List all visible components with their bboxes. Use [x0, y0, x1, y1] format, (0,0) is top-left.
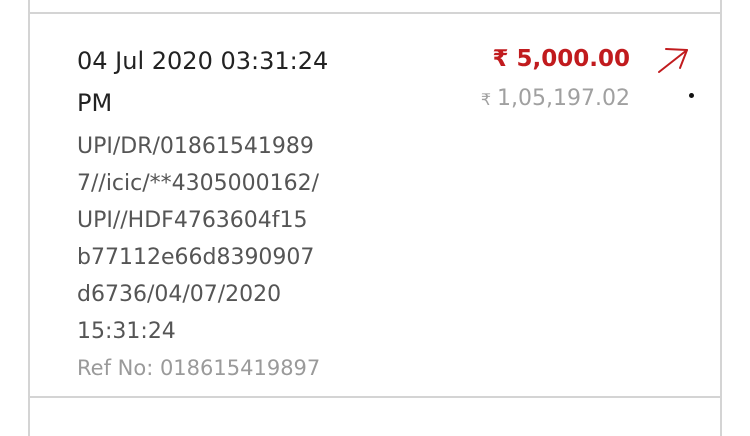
balance-value: 1,05,197.02 [497, 86, 630, 111]
rupee-icon: ₹ [480, 90, 492, 109]
reference-number: Ref No: 018615419897 [77, 356, 321, 380]
description-line: 15:31:24 [77, 319, 176, 344]
arrow-up-right-icon [658, 48, 688, 73]
next-transaction-card[interactable] [28, 396, 722, 436]
amount-value: 5,000.00 [516, 46, 631, 72]
more-options-icon[interactable] [689, 93, 694, 98]
description-line: 7//icic/**4305000162/ [77, 171, 320, 196]
transaction-amounts: ₹5,000.00 ₹1,05,197.02 [481, 42, 630, 117]
rupee-icon: ₹ [492, 46, 509, 72]
transaction-details: 04 Jul 2020 03:31:24 PM UPI/DR/018615419… [77, 40, 377, 387]
transaction-description: UPI/DR/01861541989 7//icic/**4305000162/… [77, 128, 377, 350]
description-line: d6736/04/07/2020 [77, 282, 282, 307]
transaction-card[interactable]: 04 Jul 2020 03:31:24 PM UPI/DR/018615419… [28, 14, 722, 397]
description-line: b77112e66d8390907 [77, 245, 315, 270]
description-line: UPI/DR/01861541989 [77, 134, 314, 159]
previous-transaction-card[interactable] [28, 0, 722, 14]
debit-amount: ₹5,000.00 [481, 42, 630, 76]
transaction-date: 04 Jul 2020 03:31:24 PM [77, 47, 329, 117]
running-balance: ₹1,05,197.02 [481, 82, 630, 117]
description-line: UPI//HDF4763604f15 [77, 208, 308, 233]
